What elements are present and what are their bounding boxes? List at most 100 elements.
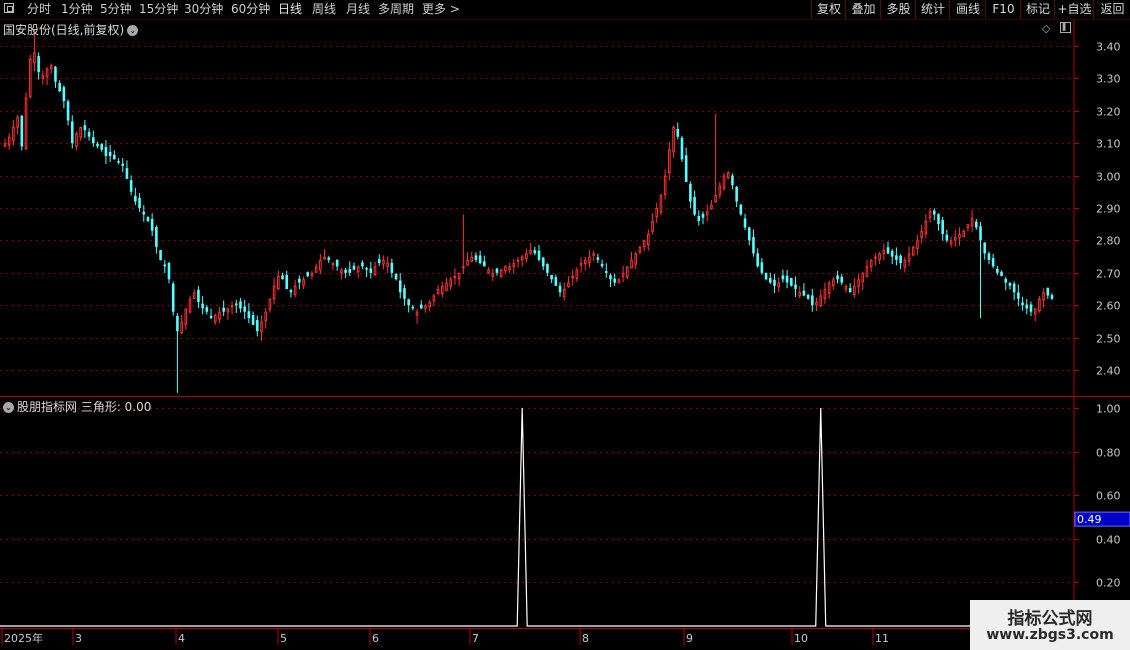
indicator-title[interactable]: ⌄ 股朋指标网 三角形: 0.00 (3, 398, 151, 415)
candle-up (3, 143, 7, 147)
candle-up (453, 276, 457, 279)
candle-up (277, 276, 280, 290)
candle-down (348, 269, 352, 273)
candle-down (142, 211, 146, 215)
triangle-indicator-line (0, 407, 1130, 627)
candle-up (7, 136, 11, 146)
period-tab-0[interactable]: 分时 (27, 2, 51, 17)
candle-down (676, 128, 680, 137)
xaxis-label: 6 (372, 632, 379, 645)
candle-down (684, 155, 688, 183)
toolbar-button-7[interactable]: +自选 (1054, 0, 1094, 19)
candle-up (12, 126, 15, 141)
toolbar-button-6[interactable]: 标记 (1020, 0, 1055, 19)
toolbar-button-2[interactable]: 多股 (880, 0, 916, 19)
candle-down (1004, 278, 1008, 283)
candle-up (655, 208, 659, 218)
candle-up (508, 266, 511, 271)
candle-up (672, 126, 675, 153)
candle-up (916, 240, 919, 249)
candle-up (634, 253, 638, 265)
candle-down (895, 255, 898, 260)
chevron-down-icon[interactable]: ⌄ (3, 402, 14, 413)
candle-down (167, 263, 171, 280)
candle-down (352, 265, 356, 270)
toolbar-button-5[interactable]: F10 (985, 0, 1021, 19)
diamond-icon[interactable]: ◇ (1042, 22, 1050, 35)
candle-down (1021, 302, 1024, 306)
candle-up (626, 266, 629, 278)
window-toggle-icon[interactable] (4, 3, 14, 13)
period-tab-3[interactable]: 15分钟 (139, 2, 178, 17)
candle-down (1000, 271, 1003, 277)
candle-down (327, 257, 331, 260)
candle-down (680, 137, 684, 160)
period-tab-8[interactable]: 月线 (346, 2, 370, 17)
candle-up (722, 175, 726, 189)
candle-down (785, 275, 789, 283)
candle-up (424, 305, 427, 309)
candle-up (592, 253, 595, 256)
indicator-tick-label: 1.00 (1096, 403, 1121, 416)
candle-down (975, 221, 978, 228)
candle-up (710, 204, 713, 210)
candle-up (16, 117, 19, 128)
chart-canvas[interactable]: 3.40 3.30 3.20 3.10 3.00 2.90 2.80 2.70 2.60 2.50… (0, 0, 1130, 650)
candle-down (281, 275, 284, 280)
period-tab-5[interactable]: 60分钟 (231, 2, 270, 17)
main-chart-title[interactable]: 国安股份(日线,前复权) ⌄ (3, 21, 139, 38)
panel-toggle-icon[interactable]: ▌ (1060, 22, 1071, 33)
candle-down (987, 253, 991, 260)
xaxis-label: 5 (280, 632, 287, 645)
candle-up (567, 282, 570, 288)
toolbar-button-1[interactable]: 叠加 (845, 0, 881, 19)
price-tick-label: 3.10 (1096, 138, 1121, 151)
period-tab-7[interactable]: 周线 (312, 2, 336, 17)
period-tab-2[interactable]: 5分钟 (100, 2, 132, 17)
candle-up (823, 289, 827, 300)
candle-up (499, 269, 503, 277)
price-tick-label: 3.30 (1096, 73, 1121, 86)
candle-down (234, 303, 238, 306)
toolbar-button-0[interactable]: 复权 (811, 0, 846, 19)
period-tab-1[interactable]: 1分钟 (61, 2, 93, 17)
candle-down (773, 279, 776, 286)
candle-down (255, 320, 259, 332)
candle-down (222, 307, 225, 312)
indicator-tick-label: 0.40 (1096, 534, 1121, 547)
candle-down (197, 289, 200, 302)
period-tab-6[interactable]: 日线 (278, 2, 302, 17)
candle-up (331, 263, 335, 266)
toolbar-button-8[interactable]: 返回 (1093, 0, 1130, 19)
candle-up (588, 256, 591, 264)
candle-down (398, 280, 402, 293)
xaxis-label: 7 (472, 632, 479, 645)
candle-up (445, 282, 448, 291)
candle-up (617, 279, 621, 284)
toolbar-button-4[interactable]: 画线 (949, 0, 986, 19)
candle-up (192, 292, 196, 299)
candle-down (411, 306, 415, 309)
candle-down (129, 180, 133, 192)
candle-down (899, 255, 902, 264)
candle-up (457, 272, 461, 280)
period-tab-10[interactable]: 更多 > (422, 2, 460, 17)
candle-down (937, 214, 940, 225)
period-tab-9[interactable]: 多周期 (378, 2, 414, 17)
candle-down (600, 263, 604, 267)
candle-up (827, 282, 831, 294)
candle-down (171, 283, 175, 312)
period-tab-4[interactable]: 30分钟 (184, 2, 223, 17)
watermark-title: 指标公式网 (1007, 609, 1093, 629)
chevron-down-icon[interactable]: ⌄ (127, 25, 139, 36)
candle-up (857, 279, 860, 287)
price-tick-label: 2.50 (1096, 333, 1121, 346)
candle-down (87, 131, 91, 137)
candle-down (811, 295, 814, 306)
candle-down (533, 250, 537, 254)
candle-down (285, 274, 289, 290)
xaxis-label: 4 (178, 632, 185, 645)
toolbar-button-3[interactable]: 统计 (915, 0, 950, 19)
candle-down (62, 87, 66, 102)
candle-up (621, 272, 625, 277)
